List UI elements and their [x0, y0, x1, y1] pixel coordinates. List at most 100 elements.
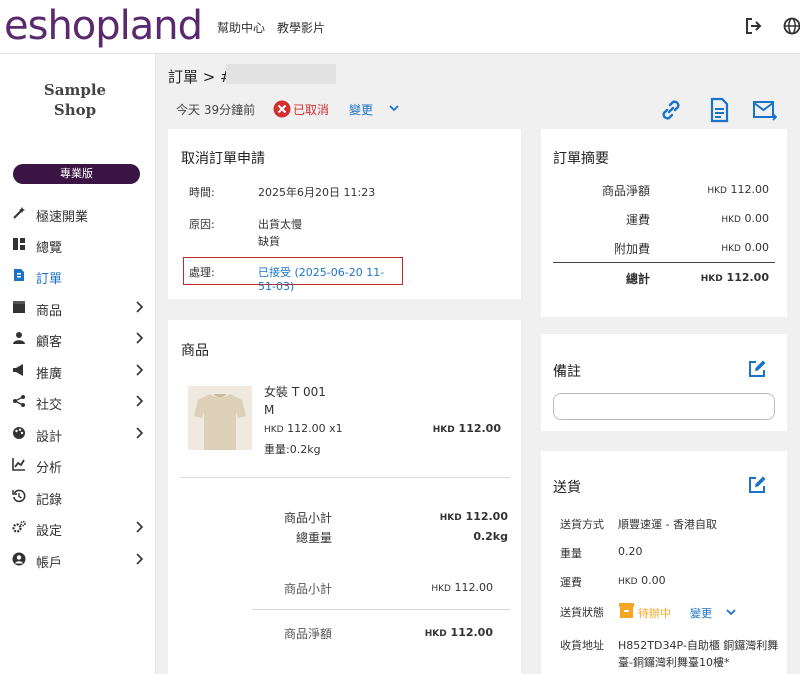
subtotal-value: 112.00	[465, 510, 508, 523]
order-number-redacted	[226, 64, 336, 84]
share-icon	[13, 395, 25, 407]
subtotal-row: HKD 112.00	[440, 510, 508, 523]
help-center-link[interactable]: 幫助中心	[217, 19, 265, 36]
shipping-method-value: 順豐速運 - 香港自取	[618, 518, 717, 531]
total-weight-label: 總重量	[296, 531, 333, 545]
eshopland-logo[interactable]: eshopland	[4, 2, 203, 50]
sidebar-item-design[interactable]: 設計	[0, 420, 156, 448]
product-thumbnail[interactable]	[188, 386, 252, 450]
sidebar: Sample Shop 專業版 極速開業 總覽 訂單 商品 顧客 推廣 社交 設…	[0, 54, 156, 674]
net-value: 112.00	[450, 626, 493, 639]
notes-input[interactable]	[553, 393, 775, 420]
summary-net-value: 112.00	[730, 183, 770, 196]
summary-surcharge-row: HKD 0.00	[721, 241, 769, 254]
sidebar-item-promotion[interactable]: 推廣	[0, 357, 156, 385]
net-label: 商品淨額	[284, 627, 333, 641]
top-bar: eshopland 幫助中心 教學影片	[0, 0, 800, 54]
shipping-status-change-button[interactable]: 變更	[690, 605, 712, 621]
sidebar-item-overview[interactable]: 總覽	[0, 231, 156, 259]
box-icon	[13, 301, 25, 313]
divider	[553, 262, 775, 263]
pending-box-icon	[619, 603, 634, 618]
net-currency: HKD	[424, 629, 447, 639]
chevron-right-icon	[136, 395, 144, 407]
summary-net-row: HKD 112.00	[707, 183, 769, 196]
sidebar-item-settings[interactable]: 設定	[0, 514, 156, 542]
shop-name-line1: Sample	[43, 81, 107, 99]
sidebar-item-history[interactable]: 記錄	[0, 483, 156, 511]
summary-net-currency: HKD	[707, 186, 727, 196]
shipping-fee-label: 運費	[560, 576, 582, 589]
product-name[interactable]: 女裝 T 001	[264, 383, 326, 400]
sidebar-item-customers[interactable]: 顧客	[0, 325, 156, 353]
product-weight: 重量:0.2kg	[264, 443, 321, 456]
chevron-right-icon	[136, 427, 144, 439]
sidebar-item-products[interactable]: 商品	[0, 294, 156, 322]
plan-badge[interactable]: 專業版	[13, 164, 140, 184]
sidebar-item-label: 設定	[36, 524, 63, 539]
subtotal2-row: HKD 112.00	[431, 581, 493, 594]
edit-icon[interactable]	[747, 359, 767, 379]
user-icon	[13, 332, 25, 344]
shipping-weight-value: 0.20	[618, 545, 643, 558]
sidebar-item-label: 帳戶	[36, 556, 63, 571]
logout-icon[interactable]	[744, 16, 764, 36]
order-time: 今天 39分鐘前	[176, 103, 256, 117]
send-email-icon[interactable]	[752, 97, 778, 123]
tutorial-videos-link[interactable]: 教學影片	[277, 19, 325, 36]
summary-surcharge-value: 0.00	[744, 241, 770, 254]
process-highlight-box: 處理: 已接受 (2025-06-20 11-51-03)	[183, 257, 403, 293]
invoice-document-icon[interactable]	[706, 97, 732, 123]
sidebar-item-orders[interactable]: 訂單	[0, 262, 156, 290]
summary-title: 訂單摘要	[553, 151, 609, 167]
palette-icon	[13, 427, 25, 439]
cancel-reason-line2: 缺貨	[258, 235, 280, 248]
subtotal2-currency: HKD	[431, 584, 451, 594]
chevron-down-icon[interactable]	[726, 608, 736, 616]
change-status-button[interactable]: 變更	[349, 101, 373, 118]
summary-total-currency: HKD	[700, 274, 723, 284]
product-size: M	[264, 403, 275, 417]
shipping-card: 送貨 送貨方式 順豐速運 - 香港自取 重量 0.20 運費 HKD 0.00 …	[541, 451, 787, 674]
sidebar-item-social[interactable]: 社交	[0, 388, 156, 416]
cancel-time-value: 2025年6月20日 11:23	[258, 186, 376, 199]
order-summary-card: 訂單摘要 商品淨額 HKD 112.00 運費 HKD 0.00 附加費 HKD…	[541, 129, 787, 317]
shipping-address-label: 收貨地址	[560, 639, 604, 652]
shop-logo[interactable]: Sample Shop	[30, 80, 120, 120]
sidebar-item-label: 設計	[36, 430, 63, 445]
summary-net-label: 商品淨額	[601, 184, 650, 198]
magic-wand-icon	[13, 207, 25, 219]
sidebar-item-analytics[interactable]: 分析	[0, 451, 156, 479]
shipping-status-value: 待辦中	[638, 607, 671, 620]
sidebar-item-label: 分析	[36, 461, 63, 476]
subtotal2-label: 商品小計	[284, 582, 333, 596]
sidebar-item-label: 記錄	[36, 493, 63, 508]
sidebar-item-quick-start[interactable]: 極速開業	[0, 200, 156, 228]
chevron-right-icon	[136, 364, 144, 376]
shipping-method-label: 送貨方式	[560, 518, 604, 531]
edit-icon[interactable]	[747, 475, 767, 495]
shop-name-line2: Shop	[53, 101, 97, 119]
account-icon	[12, 552, 26, 566]
summary-shipping-label: 運費	[625, 213, 650, 227]
breadcrumb[interactable]: 訂單 > #	[168, 66, 233, 87]
link-icon[interactable]	[658, 97, 684, 123]
globe-icon[interactable]	[782, 16, 800, 36]
chevron-right-icon	[136, 553, 144, 565]
summary-total-value: 112.00	[726, 271, 769, 284]
products-card: 商品 女裝 T 001 M HKD 112.00 x1 重量:0.2kg HKD…	[168, 320, 521, 674]
sidebar-item-account[interactable]: 帳戶	[0, 546, 156, 574]
divider	[252, 609, 510, 610]
shipping-address-line2: 臺-銅鑼灣利舞臺10樓*	[618, 656, 730, 669]
chevron-right-icon	[136, 521, 144, 533]
chevron-right-icon	[136, 332, 144, 344]
cancel-reason-line1: 出貨太慢	[258, 218, 302, 231]
cancel-time-label: 時間:	[189, 186, 215, 199]
shipping-fee-value: 0.00	[641, 574, 666, 587]
chevron-down-icon[interactable]	[389, 104, 399, 112]
process-label: 處理:	[189, 266, 215, 279]
product-currency: HKD	[264, 425, 284, 435]
summary-shipping-row: HKD 0.00	[721, 212, 769, 225]
sidebar-item-label: 總覽	[36, 241, 63, 256]
sidebar-item-label: 極速開業	[36, 210, 89, 225]
